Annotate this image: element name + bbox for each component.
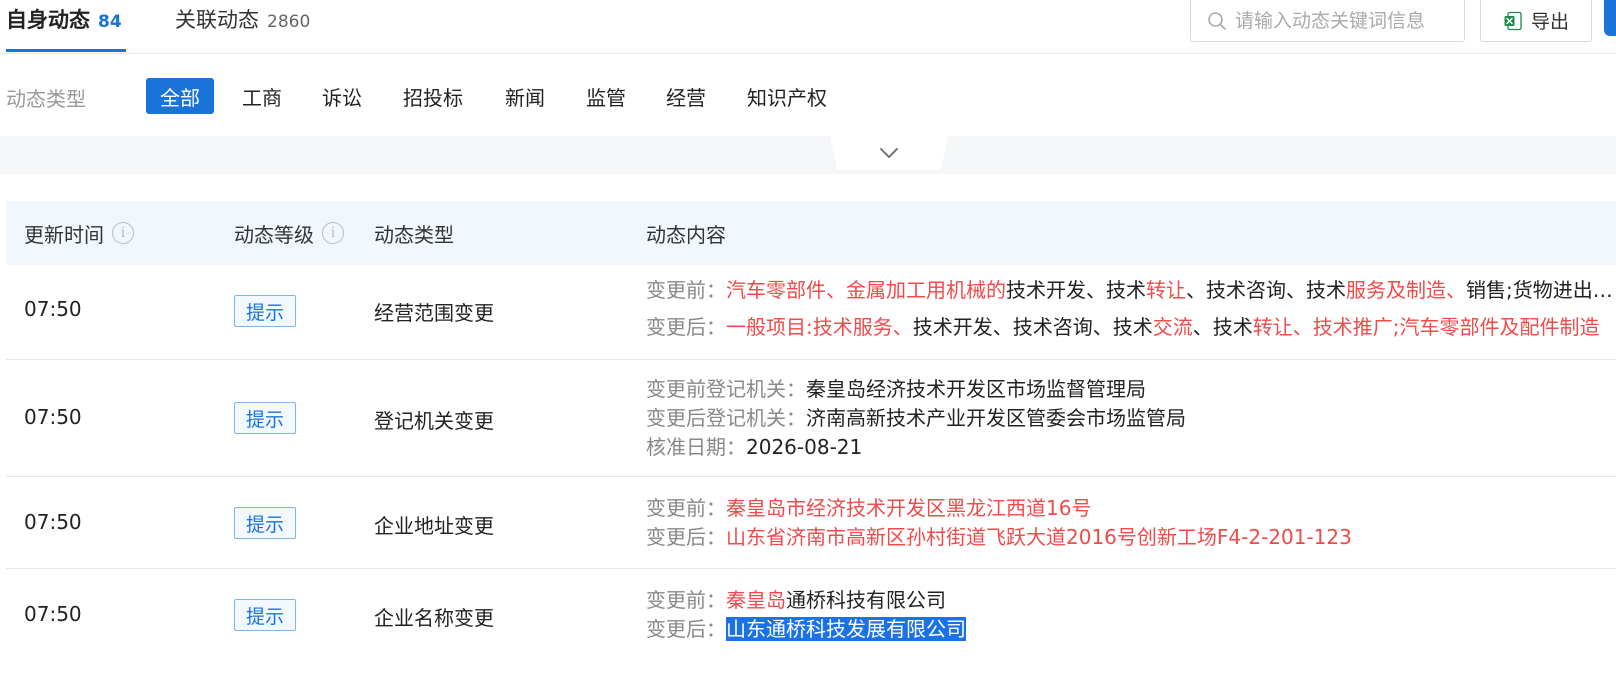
tab-own-updates-label: 自身动态	[6, 8, 90, 32]
header-level-label: 动态等级	[234, 222, 314, 247]
row-type: 企业地址变更	[374, 514, 494, 538]
row-content: 变更前登记机关：秦皇岛经济技术开发区市场监督管理局 变更后登记机关：济南高新技术…	[646, 375, 1616, 462]
content-label: 变更前：	[646, 278, 726, 302]
content-segment: 2026-08-21	[746, 435, 863, 459]
content-segment: 转让	[1146, 278, 1186, 302]
filter-all[interactable]: 全部	[146, 78, 214, 114]
tab-related-updates-label: 关联动态	[175, 8, 259, 32]
content-line: 变更后：山东省济南市高新区孙村街道飞跃大道2016号创新工场F4-2-201-1…	[646, 523, 1616, 552]
export-button[interactable]: 导出	[1480, 0, 1592, 42]
row-time: 07:50	[24, 405, 82, 429]
content-label: 核准日期：	[646, 435, 746, 459]
tab-related-updates-count: 2860	[267, 12, 311, 32]
row-type: 登记机关变更	[374, 409, 494, 433]
row-content: 变更前：汽车零部件、金属加工用机械的技术开发、技术转让、技术咨询、技术服务及制造…	[646, 276, 1616, 342]
row-time: 07:50	[24, 510, 82, 534]
content-segment: 秦皇岛	[726, 588, 786, 612]
content-segment: 秦皇岛市经济技术开发区黑龙江西道16号	[726, 496, 1092, 520]
filter-news[interactable]: 新闻	[491, 78, 559, 114]
content-label: 变更前：	[646, 588, 726, 612]
content-segment: 、技术	[1192, 315, 1253, 339]
content-segment: 技术开发、技术	[1006, 278, 1146, 302]
excel-icon	[1504, 11, 1522, 30]
content-segment: 、技术咨询、技术	[1186, 278, 1346, 302]
content-label: 变更后：	[646, 617, 726, 641]
filter-label: 动态类型	[6, 87, 86, 111]
filter-ip[interactable]: 知识产权	[733, 78, 841, 114]
search-icon	[1208, 11, 1226, 30]
content-segment: 服务及制造、	[1346, 278, 1466, 302]
content-line: 变更前：秦皇岛通桥科技有限公司	[646, 586, 1616, 615]
search-input[interactable]	[1235, 9, 1455, 32]
table-row: 07:50 提示 企业名称变更 变更前：秦皇岛通桥科技有限公司 变更后：山东通桥…	[6, 569, 1616, 676]
side-panel-toggle[interactable]	[1604, 0, 1616, 36]
row-type: 企业名称变更	[374, 606, 494, 630]
level-badge: 提示	[234, 599, 296, 631]
table-row: 07:50 提示 企业地址变更 变更前：秦皇岛市经济技术开发区黑龙江西道16号 …	[6, 477, 1616, 569]
header-content: 动态内容	[646, 222, 726, 247]
selected-new-company-name: 山东通桥科技发展有限公司	[726, 617, 966, 641]
content-segment: 济南高新技术产业开发区管委会市场监管局	[806, 406, 1186, 430]
header-level: 动态等级 i	[234, 201, 344, 265]
content-label: 变更前：	[646, 496, 726, 520]
search-box	[1190, 0, 1465, 42]
level-badge: 提示	[234, 295, 296, 327]
filter-bidding[interactable]: 招投标	[389, 78, 477, 114]
tab-own-updates-count: 84	[98, 12, 122, 32]
content-line: 核准日期：2026-08-21	[646, 433, 1616, 462]
expand-filters-toggle[interactable]	[830, 136, 948, 170]
tab-bar: 自身动态 84 关联动态 2860 导出	[0, 0, 1616, 54]
content-line: 变更前：秦皇岛市经济技术开发区黑龙江西道16号	[646, 494, 1616, 523]
active-tab-indicator	[6, 49, 126, 52]
filter-business[interactable]: 工商	[228, 78, 296, 114]
filter-operation[interactable]: 经营	[652, 78, 720, 114]
header-update-time: 更新时间 i	[24, 201, 134, 265]
content-line: 变更后：山东通桥科技发展有限公司	[646, 615, 1616, 644]
filter-collapse-band	[0, 136, 1616, 174]
content-label: 变更后：	[646, 315, 726, 339]
content-label: 变更前登记机关：	[646, 377, 806, 401]
row-time: 07:50	[24, 297, 82, 321]
export-label: 导出	[1530, 11, 1569, 33]
content-segment: 山东省济南市高新区孙村街道飞跃大道2016号创新工场F4-2-201-123	[726, 525, 1352, 549]
content-segment: 交流	[1152, 315, 1193, 339]
row-type: 经营范围变更	[374, 301, 494, 325]
header-type: 动态类型	[374, 222, 454, 247]
info-icon[interactable]: i	[112, 222, 134, 244]
content-label: 变更后：	[646, 525, 726, 549]
content-segment: 汽车零部件、金属加工用机械的	[726, 278, 1006, 302]
row-content: 变更前：秦皇岛市经济技术开发区黑龙江西道16号 变更后：山东省济南市高新区孙村街…	[646, 494, 1616, 552]
filter-litigation[interactable]: 诉讼	[308, 78, 376, 114]
level-badge: 提示	[234, 402, 296, 434]
table-row: 07:50 提示 经营范围变更 变更前：汽车零部件、金属加工用机械的技术开发、技…	[6, 265, 1616, 360]
header-update-time-label: 更新时间	[24, 222, 104, 247]
content-line: 变更前：汽车零部件、金属加工用机械的技术开发、技术转让、技术咨询、技术服务及制造…	[646, 276, 1616, 305]
row-content: 变更前：秦皇岛通桥科技有限公司 变更后：山东通桥科技发展有限公司	[646, 586, 1616, 644]
tab-related-updates[interactable]: 关联动态 2860	[175, 4, 310, 52]
content-label: 变更后登记机关：	[646, 406, 806, 430]
tab-own-updates[interactable]: 自身动态 84	[6, 4, 122, 52]
content-segment: 一般项目:技术服务、	[726, 315, 913, 339]
content-line: 变更前登记机关：秦皇岛经济技术开发区市场监督管理局	[646, 375, 1616, 404]
info-icon[interactable]: i	[322, 222, 344, 244]
content-line: 变更后登记机关：济南高新技术产业开发区管委会市场监管局	[646, 404, 1616, 433]
level-badge: 提示	[234, 507, 296, 539]
table-header: 更新时间 i 动态等级 i 动态类型 动态内容	[6, 201, 1616, 265]
content-segment: 销售;货物进出口、技术进出口	[1466, 278, 1616, 302]
content-segment: 技术开发、技术咨询、技术	[912, 315, 1153, 339]
filter-regulation[interactable]: 监管	[572, 78, 640, 114]
content-line: 变更后：一般项目:技术服务、技术开发、技术咨询、技术交流、技术转让、技术推广;汽…	[646, 313, 1616, 342]
chevron-down-icon	[880, 148, 898, 158]
content-segment: 转让、技术推广;汽车零部件及配件制造	[1252, 315, 1600, 339]
table-row: 07:50 提示 登记机关变更 变更前登记机关：秦皇岛经济技术开发区市场监督管理…	[6, 360, 1616, 477]
content-segment: 秦皇岛经济技术开发区市场监督管理局	[806, 377, 1146, 401]
content-segment: 通桥科技有限公司	[786, 588, 946, 612]
row-time: 07:50	[24, 602, 82, 626]
